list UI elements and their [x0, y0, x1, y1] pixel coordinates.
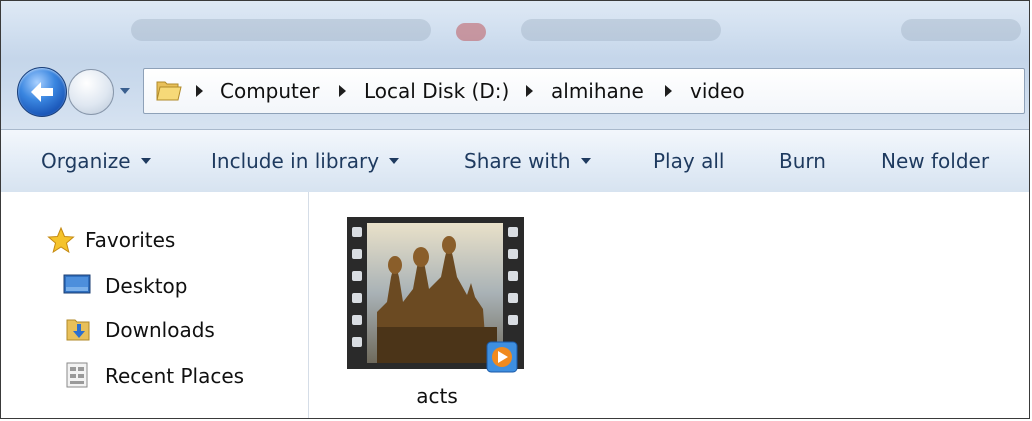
- include-in-library-button[interactable]: Include in library: [211, 130, 400, 192]
- glass-reflection: [456, 23, 486, 41]
- explorer-window: Computer Local Disk (D:) almihane video …: [0, 0, 1030, 419]
- breadcrumb-separator-icon[interactable]: [665, 85, 672, 97]
- video-thumbnail-icon: [347, 217, 524, 373]
- breadcrumb-separator-icon[interactable]: [196, 85, 203, 97]
- breadcrumb-video[interactable]: video: [690, 69, 745, 113]
- address-bar[interactable]: Computer Local Disk (D:) almihane video: [143, 68, 1025, 114]
- breadcrumb-almihane[interactable]: almihane: [551, 69, 644, 113]
- breadcrumb-local-disk[interactable]: Local Disk (D:): [364, 69, 509, 113]
- address-area: Computer Local Disk (D:) almihane video: [1, 1, 1029, 129]
- glass-reflection: [131, 19, 431, 41]
- burn-button[interactable]: Burn: [779, 130, 826, 192]
- file-name: acts: [416, 384, 458, 408]
- organize-label: Organize: [41, 149, 131, 173]
- folder-icon: [156, 81, 182, 101]
- command-bar: Organize Include in library Share with P…: [1, 129, 1029, 193]
- desktop-icon: [63, 274, 91, 294]
- nav-label-downloads: Downloads: [105, 318, 215, 342]
- downloads-folder-icon: [66, 319, 90, 341]
- nav-label-favorites: Favorites: [85, 228, 176, 252]
- nav-label-recent-places: Recent Places: [105, 364, 245, 388]
- chevron-down-icon: [580, 157, 591, 164]
- glass-reflection: [521, 19, 721, 41]
- new-folder-button[interactable]: New folder: [881, 130, 989, 192]
- breadcrumb-separator-icon[interactable]: [339, 85, 346, 97]
- chevron-down-icon: [140, 157, 151, 164]
- chevron-down-icon: [389, 157, 400, 164]
- star-icon: [47, 226, 75, 254]
- play-all-button[interactable]: Play all: [653, 130, 724, 192]
- forward-button[interactable]: [68, 69, 114, 115]
- back-arrow-icon: [31, 82, 53, 102]
- glass-reflection: [901, 19, 1021, 41]
- file-list: acts: [309, 192, 1029, 418]
- nav-label-desktop: Desktop: [105, 274, 188, 298]
- include-in-library-label: Include in library: [211, 149, 380, 173]
- share-with-button[interactable]: Share with: [464, 130, 591, 192]
- share-with-label: Share with: [464, 149, 571, 173]
- recent-pages-dropdown-icon[interactable]: [119, 85, 131, 97]
- navigation-pane: Favorites Desktop Downloads Recent Place…: [1, 192, 309, 418]
- breadcrumb-computer[interactable]: Computer: [220, 69, 319, 113]
- organize-button[interactable]: Organize: [41, 130, 151, 192]
- recent-places-icon: [66, 362, 88, 388]
- breadcrumb-separator-icon[interactable]: [526, 85, 533, 97]
- back-button[interactable]: [17, 67, 67, 117]
